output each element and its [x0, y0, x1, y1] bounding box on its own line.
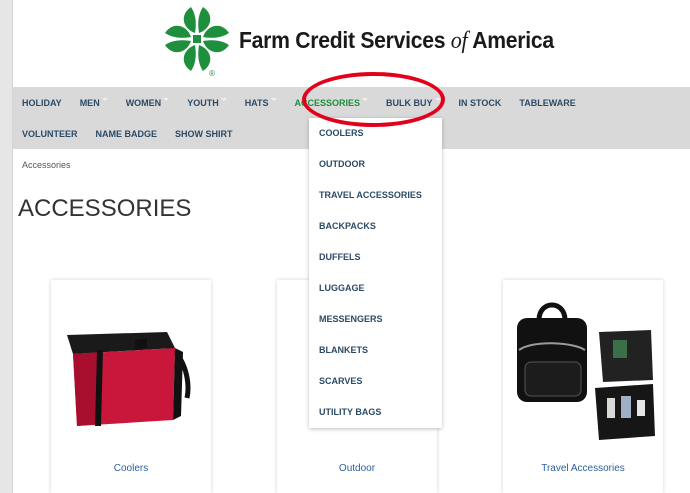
nav-item-label: SHOW SHIRT: [175, 128, 233, 139]
accessories-dropdown-menu: COOLERS OUTDOOR TRAVEL ACCESSORIES BACKPACK…: [309, 118, 442, 428]
dropdown-item-backpacks[interactable]: BACKPACKS: [319, 221, 376, 231]
travel-kit-image: [517, 302, 655, 440]
nav-item-show-shirt[interactable]: SHOW SHIRT: [166, 118, 242, 149]
dropdown-item-blankets[interactable]: BLANKETS: [319, 345, 368, 355]
nav-item-holiday[interactable]: HOLIDAY: [13, 87, 71, 118]
nav-item-women[interactable]: WOMEN: [117, 87, 179, 118]
nav-item-label: BULK BUY: [386, 97, 433, 108]
card-label[interactable]: Coolers: [51, 463, 211, 474]
nav-item-label: NAME BADGE: [95, 128, 158, 139]
nav-item-youth[interactable]: YOUTH: [178, 87, 236, 118]
nav-item-volunteer[interactable]: VOLUNTEER: [13, 118, 87, 149]
chevron-down-icon: [362, 98, 369, 101]
chevron-down-icon: [101, 98, 108, 101]
nav-item-men[interactable]: MEN: [71, 87, 117, 118]
chevron-down-icon: [270, 98, 277, 101]
nav-item-label: HOLIDAY: [22, 97, 62, 108]
card-label[interactable]: Travel Accessories: [503, 463, 663, 474]
brand-name: Farm Credit Services of America: [239, 27, 554, 54]
nav-item-bulk-buy[interactable]: BULK BUY: [377, 87, 450, 118]
nav-item-tableware[interactable]: TABLEWARE: [510, 87, 584, 118]
nav-item-label: HATS: [244, 97, 269, 108]
page: ® Farm Credit Services of America HOLIDA…: [13, 0, 690, 493]
nav-item-label: WOMEN: [125, 97, 162, 108]
chevron-down-icon: [220, 98, 227, 101]
nav-item-accessories[interactable]: ACCESSORIES: [286, 87, 378, 118]
nav-item-hats[interactable]: HATS: [236, 87, 286, 118]
left-sidebar-strip: [0, 0, 13, 493]
chevron-down-icon: [163, 98, 170, 101]
dropdown-item-outdoor[interactable]: OUTDOOR: [319, 159, 365, 169]
dropdown-item-duffels[interactable]: DUFFELS: [319, 252, 361, 262]
dropdown-item-coolers[interactable]: COOLERS: [319, 128, 364, 138]
dropdown-item-utility-bags[interactable]: UTILITY BAGS: [319, 407, 381, 417]
page-title: ACCESSORIES: [18, 195, 192, 222]
nav-item-label: ACCESSORIES: [294, 97, 361, 108]
brand-logo[interactable]: ® Farm Credit Services of America: [161, 6, 581, 77]
nav-item-in-stock[interactable]: IN STOCK: [450, 87, 511, 118]
dropdown-item-luggage[interactable]: LUGGAGE: [319, 283, 365, 293]
nav-row-2: VOLUNTEER NAME BADGE SHOW SHIRT: [13, 118, 242, 149]
cooler-bag-image: [67, 332, 191, 426]
nav-item-label: IN STOCK: [458, 97, 502, 108]
dropdown-item-scarves[interactable]: SCARVES: [319, 376, 362, 386]
dropdown-item-travel-accessories[interactable]: TRAVEL ACCESSORIES: [319, 190, 422, 200]
nav-item-label: TABLEWARE: [519, 97, 576, 108]
card-label[interactable]: Outdoor: [277, 463, 437, 474]
nav-item-label: YOUTH: [187, 97, 219, 108]
registered-mark: ®: [209, 69, 215, 77]
chevron-down-icon: [434, 98, 441, 101]
nav-item-label: VOLUNTEER: [22, 128, 78, 139]
dropdown-item-messengers[interactable]: MESSENGERS: [319, 314, 383, 324]
nav-item-label: MEN: [79, 97, 100, 108]
nav-row-1: HOLIDAY MEN WOMEN YOUTH HATS ACCESSORIES BULK …: [13, 87, 585, 118]
category-card-travel-accessories[interactable]: Travel Accessories: [503, 280, 663, 493]
breadcrumb[interactable]: Accessories: [22, 160, 71, 170]
leaf-logo-icon: ®: [165, 7, 229, 77]
nav-item-name-badge[interactable]: NAME BADGE: [87, 118, 167, 149]
category-card-coolers[interactable]: Coolers: [51, 280, 211, 493]
